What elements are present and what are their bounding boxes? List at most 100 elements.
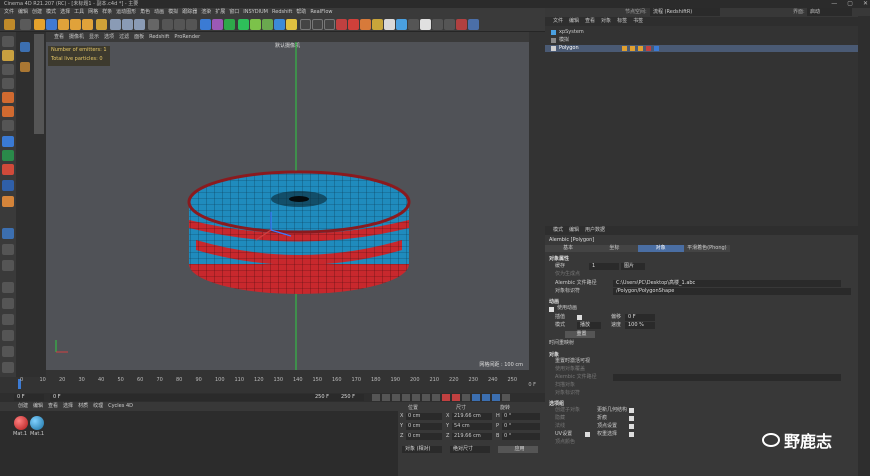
range-slider[interactable]: 0 F: [50, 394, 340, 401]
coord-mode-select[interactable]: 对象 (相对): [402, 446, 442, 453]
rotation-field[interactable]: 0 °: [502, 433, 540, 440]
minimize-button[interactable]: —: [831, 0, 837, 8]
next-key-icon[interactable]: [422, 394, 430, 401]
select-tool-icon[interactable]: [34, 19, 45, 30]
realflow-b-icon[interactable]: [468, 19, 479, 30]
rs-render-icon[interactable]: [348, 19, 359, 30]
autokey-icon[interactable]: [452, 394, 460, 401]
weight-checkbox[interactable]: [629, 432, 634, 437]
menu-item[interactable]: Redshift: [272, 8, 292, 17]
menu-item[interactable]: INSYDIUM: [243, 8, 268, 17]
material-menu-item[interactable]: 编辑: [33, 402, 43, 411]
menu-item[interactable]: 工具: [74, 8, 84, 17]
end-frame-a[interactable]: 250 F: [312, 394, 338, 401]
snap-icon[interactable]: [2, 136, 14, 147]
grid-icon[interactable]: [2, 244, 14, 255]
size-mode-select[interactable]: 绝对尺寸: [450, 446, 490, 453]
xp-cache-icon[interactable]: [420, 19, 431, 30]
object-menu-item[interactable]: 编辑: [569, 17, 579, 26]
object-menu-item[interactable]: 查看: [585, 17, 595, 26]
rotate-tool-icon[interactable]: [70, 19, 81, 30]
attr-tab[interactable]: 坐标: [591, 245, 638, 252]
prev-frame-icon[interactable]: [392, 394, 400, 401]
identifier-field[interactable]: /Polygon/PolygonShape: [613, 288, 851, 295]
position-field[interactable]: 0 cm: [406, 413, 442, 420]
menu-item[interactable]: 运动图形: [116, 8, 136, 17]
render-view-icon[interactable]: [162, 19, 173, 30]
viewport-menu-item[interactable]: 摄像机: [69, 32, 84, 42]
maximize-button[interactable]: ▢: [847, 0, 853, 8]
tag-icon[interactable]: [629, 46, 635, 51]
right-side-tabs[interactable]: [858, 16, 870, 476]
material-menu-item[interactable]: 查看: [48, 402, 58, 411]
viewport-menu-item[interactable]: 选项: [104, 32, 114, 42]
time-mapping-label[interactable]: 时间重映射: [549, 340, 574, 347]
subdivision-icon[interactable]: [224, 19, 235, 30]
position-field[interactable]: 0 cm: [406, 423, 442, 430]
camera-icon[interactable]: [274, 19, 285, 30]
xp-tool-icon[interactable]: [432, 19, 443, 30]
end-frame-b[interactable]: 250 F: [338, 394, 364, 401]
position-field[interactable]: 0 cm: [406, 433, 442, 440]
magnet-icon[interactable]: [2, 330, 14, 341]
menu-item[interactable]: 网格: [88, 8, 98, 17]
offset-field[interactable]: 0 F: [625, 314, 655, 321]
tweak-icon[interactable]: [2, 282, 14, 293]
rs-ipr-icon[interactable]: [360, 19, 371, 30]
menu-item[interactable]: 模拟: [168, 8, 178, 17]
cube-icon[interactable]: [200, 19, 211, 30]
knife-icon[interactable]: [2, 346, 14, 357]
xp-question-icon[interactable]: [444, 19, 455, 30]
redshift-icon[interactable]: [336, 19, 347, 30]
material-menu-item[interactable]: 选择: [63, 402, 73, 411]
move-tool-icon[interactable]: [46, 19, 57, 30]
first-frame-icon[interactable]: [372, 394, 380, 401]
solo-icon[interactable]: [2, 260, 14, 271]
object-menu-item[interactable]: 标签: [617, 17, 627, 26]
use-anim-checkbox[interactable]: [549, 307, 554, 312]
points-mode-icon[interactable]: [2, 92, 14, 103]
uv-checkbox[interactable]: [585, 432, 590, 437]
texture-mode-icon[interactable]: [2, 64, 14, 75]
deformer-icon[interactable]: [250, 19, 261, 30]
lock-icon[interactable]: [2, 228, 14, 239]
menu-item[interactable]: 扩展: [215, 8, 225, 17]
make-editable-icon[interactable]: [2, 36, 14, 47]
rot-key-icon[interactable]: [482, 394, 490, 401]
apply-button[interactable]: 应用: [498, 446, 538, 453]
material-menu-item[interactable]: 纹理: [93, 402, 103, 411]
tool-c-icon[interactable]: [324, 19, 335, 30]
tool-b-icon[interactable]: [312, 19, 323, 30]
pen-icon[interactable]: [212, 19, 223, 30]
speed-field[interactable]: 100 %: [625, 322, 655, 329]
material-tag-icon[interactable]: [645, 46, 651, 51]
menu-item[interactable]: 帮助: [296, 8, 306, 17]
update-checkbox[interactable]: [629, 408, 634, 413]
attribute-menu-item[interactable]: 用户数据: [585, 226, 605, 235]
transform-icon[interactable]: [96, 19, 107, 30]
menu-item[interactable]: 选择: [60, 8, 70, 17]
material-menu-item[interactable]: Cycles 4D: [108, 402, 133, 411]
interface-select[interactable]: 启动: [807, 8, 852, 16]
y-axis-icon[interactable]: [122, 19, 133, 30]
paint-icon[interactable]: [2, 196, 14, 207]
tag-icon[interactable]: [637, 46, 643, 51]
rotation-field[interactable]: 0 °: [502, 423, 540, 430]
material-red-icon[interactable]: [14, 416, 28, 430]
view-tool-icon[interactable]: [20, 62, 30, 72]
viewport-menu-item[interactable]: 查看: [54, 32, 64, 42]
scroll-handle[interactable]: [34, 34, 44, 134]
coordinate-system-icon[interactable]: [148, 19, 159, 30]
xp-emitter-icon[interactable]: [396, 19, 407, 30]
scale-key-icon[interactable]: [492, 394, 500, 401]
viewport-menu-item[interactable]: 面板: [134, 32, 144, 42]
menu-item[interactable]: 渲染: [201, 8, 211, 17]
object-menu-item[interactable]: 书签: [633, 17, 643, 26]
z-axis-icon[interactable]: [134, 19, 145, 30]
attr-tab[interactable]: 基本: [545, 245, 592, 252]
view-mode-icon[interactable]: [20, 42, 30, 52]
render-icon[interactable]: [174, 19, 185, 30]
object-row-sim[interactable]: 模拟: [551, 37, 569, 44]
viewport-menu-item[interactable]: 过滤: [119, 32, 129, 42]
axis-mode-icon[interactable]: [2, 78, 14, 89]
